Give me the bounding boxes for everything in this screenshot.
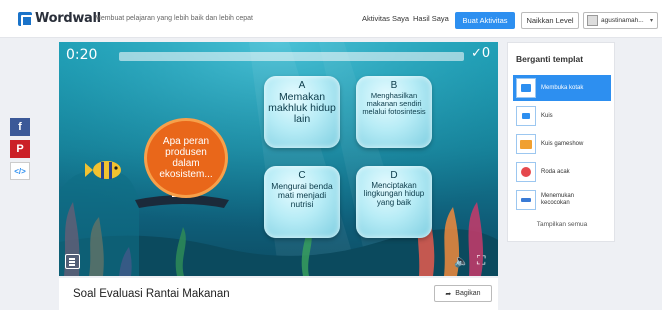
answer-text: Memakan makhluk hidup lain [268, 91, 336, 126]
avatar [587, 15, 598, 26]
game-area: 0:20 ✓0 Apa peran produsen dalam ekosist… [59, 42, 498, 276]
template-quiz[interactable]: Kuis [513, 103, 611, 129]
answer-letter: D [390, 170, 398, 181]
answer-text: Menciptakan lingkungan hidup yang baik [363, 181, 425, 207]
nav-my-activities[interactable]: Aktivitas Saya [362, 14, 409, 23]
username: agustinamah... [601, 17, 644, 24]
wordwall-logo[interactable]: Wordwall [18, 11, 101, 27]
answer-letter: B [390, 80, 398, 91]
quiz-icon [516, 106, 536, 126]
template-panel: Berganti templat Membuka kotak Kuis Kuis… [507, 42, 615, 242]
template-label: Kuis gameshow [541, 140, 584, 147]
share-button[interactable]: ➦ Bagikan [434, 285, 492, 302]
nav-my-results[interactable]: Hasil Saya [413, 14, 449, 23]
template-random-wheel[interactable]: Roda acak [513, 159, 611, 185]
user-menu[interactable]: agustinamah... ▾ [583, 12, 658, 29]
share-label: Bagikan [455, 290, 481, 297]
answer-box-b[interactable]: B Menghasilkan makanan sendiri melalui f… [356, 76, 432, 148]
question-text: Apa peran produsen dalam ekosistem... [159, 136, 213, 180]
menu-icon[interactable] [65, 254, 80, 269]
answer-box-d[interactable]: D Menciptakan lingkungan hidup yang baik [356, 166, 432, 238]
logo-text: Wordwall [35, 11, 101, 26]
chevron-down-icon: ▾ [650, 18, 654, 24]
answer-box-a[interactable]: A Memakan makhluk hidup lain [264, 76, 340, 148]
embed-icon[interactable]: </> [10, 162, 30, 180]
answer-letter: A [298, 80, 306, 91]
timer-progress-bar [119, 52, 464, 61]
template-find-match[interactable]: Menemukan kecocokan [513, 187, 611, 213]
timer: 0:20 [66, 47, 98, 63]
panel-title: Berganti templat [516, 54, 584, 64]
question-bubble: Apa peran produsen dalam ekosistem... [144, 118, 228, 198]
create-activity-button[interactable]: Buat Aktivitas [455, 12, 515, 29]
sound-icon[interactable]: 🔈 [454, 254, 469, 268]
open-box-icon [516, 78, 536, 98]
template-open-box[interactable]: Membuka kotak [513, 75, 611, 101]
activity-title-bar: Soal Evaluasi Rantai Makanan ➦ Bagikan [59, 278, 498, 310]
template-label: Kuis [541, 112, 553, 119]
top-header: Wordwall Membuat pelajaran yang lebih ba… [0, 0, 662, 38]
template-gameshow-quiz[interactable]: Kuis gameshow [513, 131, 611, 157]
match-icon [516, 190, 536, 210]
upgrade-button[interactable]: Naikkan Level [521, 12, 579, 29]
show-all-link[interactable]: Tampilkan semua [508, 221, 616, 228]
tagline: Membuat pelajaran yang lebih baik dan le… [95, 15, 253, 22]
facebook-share-icon[interactable]: f [10, 118, 30, 136]
score: ✓0 [471, 46, 491, 61]
answer-text: Menghasilkan makanan sendiri melalui fot… [362, 91, 426, 116]
gameshow-icon [516, 134, 536, 154]
template-label: Menemukan kecocokan [541, 193, 575, 206]
fullscreen-icon[interactable]: ⛶ [477, 253, 485, 268]
wheel-icon [516, 162, 536, 182]
answer-box-c[interactable]: C Mengurai benda mati menjadi nutrisi [264, 166, 340, 238]
template-label: Roda acak [541, 168, 570, 175]
share-arrow-icon: ➦ [445, 290, 452, 298]
template-label: Membuka kotak [541, 84, 584, 91]
pinterest-share-icon[interactable]: P [10, 140, 30, 158]
page-title: Soal Evaluasi Rantai Makanan [73, 288, 230, 300]
answer-letter: C [298, 170, 306, 181]
answer-text: Mengurai benda mati menjadi nutrisi [271, 181, 333, 209]
wordwall-logo-icon [18, 11, 33, 27]
